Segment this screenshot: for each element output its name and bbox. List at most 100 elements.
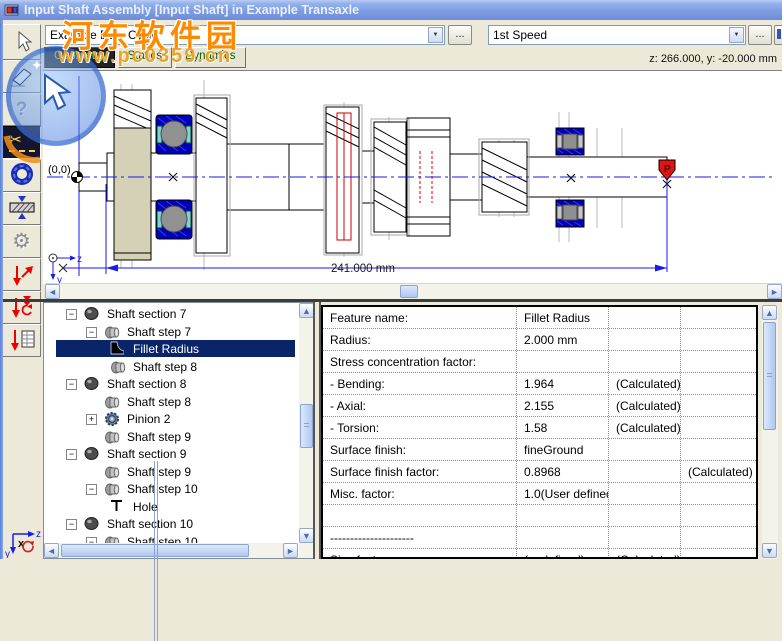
tree-item-label: Shaft section 7 — [107, 307, 187, 321]
property-label: --------------------- — [323, 527, 517, 548]
chevron-down-icon[interactable]: ▼ — [729, 27, 744, 43]
scroll-up-icon[interactable]: ▲ — [299, 303, 314, 318]
axis-z-label: z — [36, 529, 41, 540]
tree-item-label: Shaft step 8 — [127, 394, 192, 409]
tree-item-shaft-step-10[interactable]: − Shaft step 10 — [44, 533, 297, 544]
scroll-down-icon[interactable]: ▼ — [762, 543, 777, 558]
tree-item-fillet-radius[interactable]: Fillet Radius — [44, 340, 297, 358]
tree-item-shaft-step-8[interactable]: Shaft step 8 — [44, 358, 297, 376]
tree-item-shaft-step-7[interactable]: − Shaft step 7 — [44, 323, 297, 341]
property-label: Radius: — [323, 329, 517, 350]
section-icon — [84, 516, 99, 534]
tree-item-shaft-step-9[interactable]: Shaft step 9 — [44, 428, 297, 446]
duty-cycle-browse-button[interactable]: ... — [448, 25, 472, 45]
tree-item-shaft-step-8[interactable]: Shaft step 8 — [44, 393, 297, 411]
scroll-right-icon[interactable]: ► — [283, 543, 298, 558]
collapse-icon[interactable]: − — [86, 326, 97, 338]
shaft-drawing-panel[interactable]: (0,0) P 241.000 mm z y — [43, 70, 782, 284]
tree-item-shaft-section-7[interactable]: − Shaft section 7 — [44, 305, 297, 323]
collapse-icon[interactable]: − — [66, 309, 77, 320]
tree-item-label: Shaft step 9 — [127, 464, 192, 479]
speed-browse-button[interactable]: ... — [748, 25, 772, 45]
window-frame — [0, 20, 3, 559]
step-icon — [104, 481, 121, 499]
table-row: Stress concentration factor: — [323, 351, 756, 373]
scrollbar-thumb[interactable] — [61, 460, 249, 641]
property-value: Fillet Radius — [517, 307, 609, 328]
scrollbar-thumb[interactable] — [400, 285, 418, 298]
tree-item-label: Shaft step 7 — [127, 324, 192, 339]
tree-item-pinion-2[interactable]: + Pinion 2 — [44, 410, 297, 428]
scrollbar-thumb[interactable] — [763, 322, 776, 430]
bearing-icon — [10, 162, 34, 189]
section-icon — [84, 446, 99, 464]
tree-item-label: Shaft section 8 — [107, 377, 187, 391]
collapse-icon[interactable]: − — [86, 484, 97, 495]
tree-item-shaft-step-9[interactable]: Shaft step 9 — [44, 463, 297, 481]
spline-gear-1[interactable] — [193, 94, 231, 257]
scroll-down-icon[interactable]: ▼ — [299, 528, 314, 543]
chevron-down-icon[interactable]: ▼ — [428, 27, 443, 43]
tree-item-shaft-step-10[interactable]: − Shaft step 10 — [44, 480, 297, 498]
tree-item-label: Shaft section 9 — [107, 447, 187, 461]
tree-item-label: Shaft step 8 — [133, 359, 198, 374]
origin-marker — [71, 171, 83, 183]
collapse-icon[interactable]: − — [66, 519, 77, 530]
property-value — [517, 505, 609, 526]
load-spreadsheet-tool-button[interactable] — [2, 324, 41, 357]
tree-table-splitter[interactable] — [313, 302, 321, 559]
collapse-icon[interactable]: − — [66, 449, 77, 460]
tree-item-hole[interactable]: Hole — [44, 498, 297, 516]
tree-item-label: Shaft section 10 — [107, 517, 194, 531]
hole-icon — [110, 499, 123, 515]
property-value — [609, 439, 681, 460]
torque-load-icon — [9, 293, 35, 322]
tree-h-scrollbar[interactable]: ◄ ► — [44, 460, 298, 641]
bearing-tool-button[interactable] — [2, 159, 41, 192]
property-value — [609, 505, 681, 526]
property-value — [609, 351, 681, 372]
drawing-h-scrollbar[interactable]: ◄ ► — [45, 283, 782, 300]
scroll-left-icon[interactable]: ◄ — [45, 284, 60, 299]
speed-combobox[interactable]: 1st Speed ▼ — [488, 25, 746, 45]
tree-item-shaft-section-9[interactable]: − Shaft section 9 — [44, 445, 297, 463]
expand-icon[interactable]: + — [86, 414, 97, 425]
property-value: (Calculated) — [609, 549, 681, 557]
table-row: --------------------- — [323, 527, 756, 549]
property-label: Feature name: — [323, 307, 517, 328]
calculator-button[interactable] — [774, 25, 782, 45]
gear-tool-button[interactable]: ⚙ — [2, 225, 41, 258]
property-value — [681, 439, 756, 460]
app-icon — [4, 4, 19, 16]
thrust-bearing-tool-button[interactable] — [2, 192, 41, 225]
torque-load-tool-button[interactable] — [2, 291, 41, 324]
tree-item-shaft-section-10[interactable]: − Shaft section 10 — [44, 515, 297, 533]
step-icon — [110, 359, 127, 377]
step-icon — [104, 464, 121, 482]
tree-item-label: Shaft step 10 — [127, 534, 198, 544]
force-load-tool-button[interactable] — [2, 258, 41, 291]
gear-blank[interactable] — [113, 89, 152, 261]
property-label: Surface finish factor: — [323, 461, 517, 482]
step-icon — [104, 324, 121, 342]
scroll-up-icon[interactable]: ▲ — [762, 305, 777, 320]
property-value: 2.155 — [517, 395, 609, 416]
scroll-left-icon[interactable]: ◄ — [44, 543, 59, 558]
spline-gear-2-selected-feature[interactable] — [323, 104, 363, 256]
tree-item-shaft-section-8[interactable]: − Shaft section 8 — [44, 375, 297, 393]
property-value: 1.0(User defined) — [517, 483, 609, 504]
property-value: (Calculated) — [609, 395, 681, 416]
property-value — [681, 373, 756, 394]
section-icon — [84, 376, 99, 394]
scrollbar-thumb[interactable] — [300, 404, 313, 448]
table-v-scrollbar[interactable]: ▲ ▼ — [762, 305, 778, 559]
scroll-right-icon[interactable]: ► — [767, 284, 782, 299]
property-value — [517, 351, 609, 372]
property-value: (undefined) — [517, 549, 609, 557]
tree-v-scrollbar[interactable]: ▲ ▼ — [299, 303, 314, 558]
shaft-2d-view[interactable]: (0,0) P 241.000 mm z y — [44, 72, 781, 283]
fillet-icon — [110, 341, 125, 358]
property-value: (Calculated) — [688, 465, 753, 479]
axis-z-label: z — [77, 254, 82, 265]
collapse-icon[interactable]: − — [66, 379, 77, 390]
